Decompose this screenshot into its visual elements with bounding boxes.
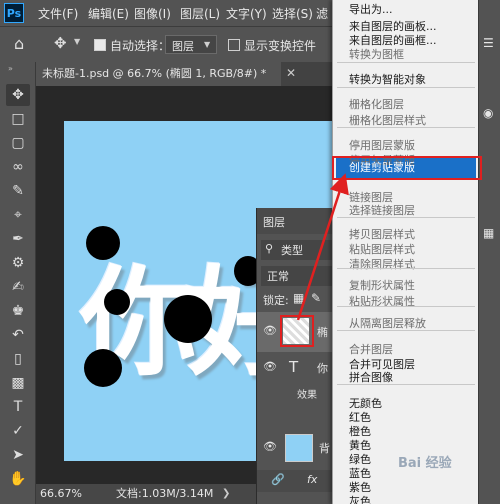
layer-row-text[interactable]: 👁 T 你	[257, 354, 336, 382]
effects-label: 效果	[297, 390, 317, 401]
close-icon[interactable]: ✕	[286, 66, 296, 80]
home-icon[interactable]: ⌂	[14, 34, 24, 53]
gradient-tool-icon[interactable]: ▩	[6, 372, 30, 394]
black-circle	[86, 226, 120, 260]
panel-icon[interactable]: ▦	[483, 226, 494, 240]
auto-select-target-dropdown[interactable]: 图层 ▼	[165, 35, 217, 54]
hand-tool-icon[interactable]: ✋	[6, 468, 30, 490]
context-menu-item: 停用图层蒙版	[349, 139, 415, 152]
tools-panel: » ✥ □ ▢ ∞ ✎ ⌖ ✒ ⚙ ✍ ♚ ↶ ▯ ▩ T ✓ ➤ ✋	[0, 62, 36, 504]
auto-select-checkbox[interactable]	[94, 39, 106, 51]
document-tab-bar: 未标题-1.psd @ 66.7% (椭圆 1, RGB/8#) * ✕	[36, 62, 336, 86]
watermark: Bai 经验	[398, 456, 452, 471]
panel-icon[interactable]: ◉	[483, 106, 493, 120]
type-layer-icon: T	[289, 358, 299, 376]
stamp-tool-icon[interactable]: ♚	[6, 300, 30, 322]
collapse-icon[interactable]: »	[8, 64, 13, 73]
lasso-tool-icon[interactable]: ∞	[6, 156, 30, 178]
layer-row-background[interactable]: 👁 背	[257, 430, 336, 466]
menu-filter[interactable]: 滤	[316, 5, 328, 22]
healing-brush-tool-icon[interactable]: ⚙	[6, 252, 30, 274]
context-menu-item: 转换为图框	[349, 48, 404, 61]
menu-separator	[337, 127, 475, 128]
type-tool-icon[interactable]: T	[6, 396, 30, 418]
right-panel-strip: ☰ ◉ ▦	[478, 0, 500, 504]
black-circle	[84, 349, 122, 387]
menu-image[interactable]: 图像(I)	[134, 5, 171, 22]
context-menu-item[interactable]: 转换为智能对象	[349, 72, 426, 88]
show-transform-checkbox[interactable]	[228, 39, 240, 51]
move-tool-icon[interactable]: ✥	[6, 84, 30, 106]
move-tool-icon[interactable]: ✥	[54, 34, 67, 52]
eraser-tool-icon[interactable]: ▯	[6, 348, 30, 370]
path-select-tool-icon[interactable]: ➤	[6, 444, 30, 466]
menu-layer[interactable]: 图层(L)	[180, 5, 220, 22]
brush-tool-icon[interactable]: ✍	[6, 276, 30, 298]
eye-icon[interactable]: 👁	[263, 440, 277, 453]
document-tab[interactable]: 未标题-1.psd @ 66.7% (椭圆 1, RGB/8#) *	[36, 62, 281, 86]
layer-effects-row[interactable]: 效果	[257, 384, 336, 404]
blend-mode[interactable]: 正常	[267, 268, 289, 284]
menu-type[interactable]: 文字(Y)	[226, 5, 267, 22]
photoshop-logo: Ps	[4, 3, 24, 23]
lock-label: 锁定:	[263, 294, 289, 307]
auto-select-target-value: 图层	[172, 40, 194, 53]
eyedropper-tool-icon[interactable]: ✒	[6, 228, 30, 250]
link-icon[interactable]: 🔗	[271, 473, 285, 486]
history-brush-tool-icon[interactable]: ↶	[6, 324, 30, 346]
zoom-level[interactable]: 66.67%	[40, 484, 82, 504]
menu-select[interactable]: 选择(S)	[272, 5, 313, 22]
menu-separator	[337, 62, 475, 63]
layer-name: 背	[319, 442, 330, 455]
menu-separator	[337, 87, 475, 88]
show-transform-label: 显示变换控件	[244, 39, 317, 53]
context-menu-item: 合并图层	[349, 343, 393, 356]
pen-tool-icon[interactable]: ✓	[6, 420, 30, 442]
layers-panel-title[interactable]: 图层	[263, 214, 285, 230]
crop-tool-icon[interactable]: ⌖	[6, 204, 30, 226]
chevron-right-icon[interactable]: ❯	[222, 484, 230, 504]
eye-icon[interactable]: 👁	[263, 360, 277, 373]
black-circle	[164, 295, 212, 343]
fx-button[interactable]: fx	[307, 473, 317, 486]
context-menu-item[interactable]: 导出为...	[349, 2, 393, 18]
chevron-down-icon: ▼	[204, 40, 211, 49]
menu-separator	[337, 384, 475, 385]
document-tab-title: 未标题-1.psd @ 66.7% (椭圆 1, RGB/8#) *	[42, 67, 267, 80]
menu-file[interactable]: 文件(F)	[38, 5, 78, 22]
layer-thumbnail	[285, 434, 313, 462]
eye-icon[interactable]: 👁	[263, 324, 277, 337]
menu-separator	[337, 330, 475, 331]
chevron-down-icon[interactable]: ▼	[74, 37, 80, 46]
panel-icon[interactable]: ☰	[483, 36, 494, 50]
annotation-arrow	[296, 173, 349, 321]
context-menu-item[interactable]: 灰色	[349, 494, 371, 504]
black-circle	[104, 289, 130, 315]
marquee-tool-icon[interactable]: ▢	[6, 132, 30, 154]
context-menu-item: 栅格化图层	[349, 98, 404, 111]
document-info: 文档:1.03M/3.14M	[116, 487, 214, 500]
menu-edit[interactable]: 编辑(E)	[88, 5, 129, 22]
search-icon: ⚲	[265, 242, 274, 255]
artboard-tool-icon[interactable]: □	[6, 108, 30, 130]
layer-name: 你	[317, 362, 328, 375]
quick-select-tool-icon[interactable]: ✎	[6, 180, 30, 202]
auto-select-label: 自动选择：	[110, 39, 171, 53]
